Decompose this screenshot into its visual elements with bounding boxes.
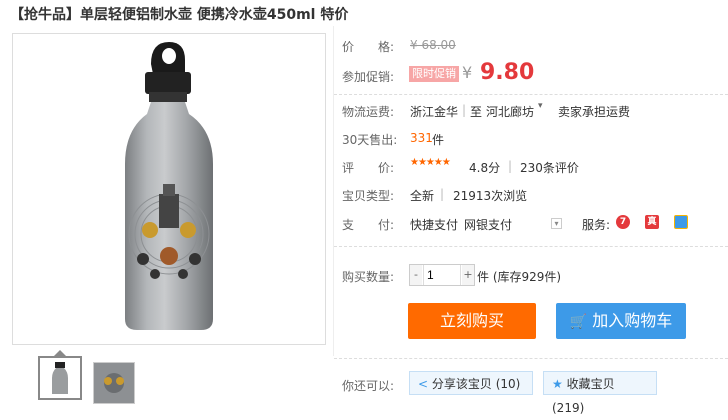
chevron-down-icon[interactable]: ▾ xyxy=(551,218,562,229)
actions-label: 你还可以: xyxy=(342,379,395,393)
sold-count: 331 xyxy=(410,131,433,145)
stock-info: 件 (库存929件) xyxy=(477,270,562,284)
payment-method-express: 快捷支付 xyxy=(410,218,459,232)
thumbnail-1[interactable] xyxy=(38,356,82,400)
sales-label: 30天售出: xyxy=(342,133,398,147)
item-condition: 全新 xyxy=(410,189,435,203)
ship-from: 浙江金华 xyxy=(410,105,459,119)
thumbnail-2[interactable] xyxy=(93,362,135,404)
share-button[interactable]: < 分享该宝贝 (10) xyxy=(409,371,533,395)
genuine-guarantee-icon[interactable]: 真 xyxy=(645,215,659,229)
review-count[interactable]: 230条评价 xyxy=(520,159,579,176)
shipping-fee: 卖家承担运费 xyxy=(558,105,631,119)
divider xyxy=(334,246,728,247)
price-label: 价 格: xyxy=(342,40,395,54)
favorite-button[interactable]: ★ 收藏宝贝 (219) xyxy=(543,371,657,415)
separator: | xyxy=(440,187,445,201)
service-label: 服务: xyxy=(582,218,611,232)
buy-now-button[interactable]: 立刻购买 xyxy=(408,303,536,339)
payment-label: 支 付: xyxy=(342,218,395,232)
info-panel-border xyxy=(333,26,334,356)
share-label: 分享该宝贝 (10) xyxy=(431,377,521,391)
quantity-stepper: - + xyxy=(409,264,475,286)
sold-unit: 件 xyxy=(432,133,445,147)
product-title: 【抢牛品】单层轻便铝制水壶 便携冷水壶450ml 特价 xyxy=(10,7,349,23)
rating-stars-icon: ★★★★★ xyxy=(410,157,451,168)
quantity-decrease-button[interactable]: - xyxy=(410,265,422,285)
quantity-input[interactable] xyxy=(423,265,461,285)
original-price: ¥ 68.00 xyxy=(410,38,456,52)
divider xyxy=(334,94,728,95)
ship-to-prefix: 至 xyxy=(470,105,483,119)
separator: | xyxy=(462,103,467,117)
product-image-viewer[interactable] xyxy=(12,33,326,345)
current-price: 9.80 xyxy=(480,60,535,85)
ship-to-location[interactable]: 河北廊坊 xyxy=(486,103,534,120)
separator: | xyxy=(508,159,513,173)
star-icon: ★ xyxy=(552,377,563,391)
item-type-label: 宝贝类型: xyxy=(342,189,395,203)
chevron-down-icon[interactable]: ▾ xyxy=(538,101,543,111)
view-count: 21913次浏览 xyxy=(453,189,528,203)
rating-label: 评 价: xyxy=(342,161,395,175)
shipping-label: 物流运费: xyxy=(342,105,395,119)
consumer-protection-icon[interactable] xyxy=(674,215,688,229)
add-to-cart-button[interactable]: 🛒 加入购物车 xyxy=(556,303,686,339)
currency-symbol: ¥ xyxy=(462,63,473,82)
quantity-increase-button[interactable]: + xyxy=(462,265,474,285)
promo-tag: 限时促销 xyxy=(409,66,459,82)
seven-day-return-icon[interactable]: 7 xyxy=(616,215,630,229)
share-icon: < xyxy=(418,377,429,391)
promo-label: 参加促销: xyxy=(342,70,395,84)
divider xyxy=(334,358,728,359)
cart-icon: 🛒 xyxy=(569,314,588,330)
bottle-image xyxy=(125,42,213,330)
add-to-cart-label: 加入购物车 xyxy=(592,311,673,330)
quantity-label: 购买数量: xyxy=(342,270,395,284)
payment-method-bank: 网银支付 xyxy=(464,218,513,232)
rating-score: 4.8分 xyxy=(469,161,501,175)
